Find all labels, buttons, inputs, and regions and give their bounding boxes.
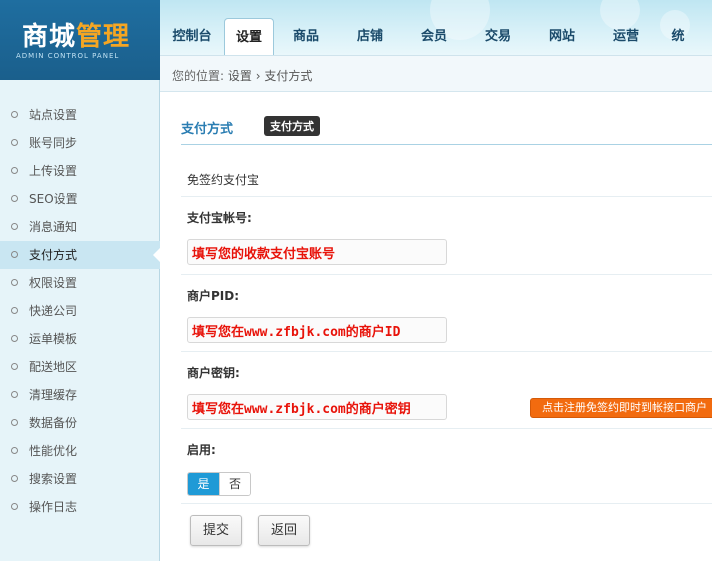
alipay-account-input[interactable] (187, 239, 447, 265)
sidebar-item-label: 上传设置 (29, 164, 78, 178)
sidebar-item-waybill-templates[interactable]: 运单模板 (0, 325, 160, 353)
bullet-icon (11, 223, 18, 230)
nav-item-stores[interactable]: 店铺 (338, 18, 402, 56)
sidebar-item-label: 操作日志 (29, 500, 78, 514)
submit-button[interactable]: 提交 (190, 515, 242, 546)
sidebar-item-upload-settings[interactable]: 上传设置 (0, 157, 160, 185)
logo-title-orange: 管理 (76, 22, 131, 52)
sidebar-item-permissions[interactable]: 权限设置 (0, 269, 160, 297)
sidebar-item-couriers[interactable]: 快递公司 (0, 297, 160, 325)
breadcrumb: 您的位置: 设置 › 支付方式 (172, 67, 312, 84)
bullet-icon (11, 363, 18, 370)
pid-row: 商户PID: (181, 275, 712, 352)
main-content: 支付方式 支付方式 免签约支付宝 支付宝帐号: 商户PID: 商户密钥: 点击注… (161, 92, 712, 561)
plan-text: 免签约支付宝 (187, 173, 260, 187)
key-label: 商户密钥: (187, 366, 240, 380)
sidebar-item-operation-log[interactable]: 操作日志 (0, 493, 160, 521)
nav-item-products[interactable]: 商品 (274, 18, 338, 56)
sidebar-item-label: 站点设置 (29, 108, 78, 122)
enable-yes-option[interactable]: 是 (188, 473, 219, 495)
sidebar-item-account-sync[interactable]: 账号同步 (0, 129, 160, 157)
logo[interactable]: 商城管理 ADMIN CONTROL PANEL (0, 0, 160, 80)
merchant-key-input[interactable] (187, 394, 447, 420)
sidebar-item-performance[interactable]: 性能优化 (0, 437, 160, 465)
nav-item-statistics[interactable]: 统 (658, 18, 698, 56)
sidebar-item-label: 快递公司 (29, 304, 78, 318)
sidebar-item-clear-cache[interactable]: 清理缓存 (0, 381, 160, 409)
breadcrumb-separator: › (255, 69, 261, 83)
top-nav: 控制台 设置 商品 店铺 会员 交易 网站 运营 统 (160, 18, 698, 56)
breadcrumb-prefix: 您的位置: (172, 69, 225, 83)
bullet-icon (11, 111, 18, 118)
bullet-icon (11, 475, 18, 482)
sidebar: 站点设置 账号同步 上传设置 SEO设置 消息通知 支付方式 权限设置 快递公司… (0, 80, 161, 561)
bullet-icon (11, 447, 18, 454)
sidebar-item-label: SEO设置 (29, 192, 78, 206)
sidebar-item-payment-methods[interactable]: 支付方式 (0, 241, 161, 269)
nav-item-operations[interactable]: 运营 (594, 18, 658, 56)
breadcrumb-level1[interactable]: 设置 (228, 69, 252, 83)
sidebar-item-site-settings[interactable]: 站点设置 (0, 101, 160, 129)
key-row: 商户密钥: 点击注册免签约即时到帐接口商户 (181, 352, 712, 429)
bullet-icon (11, 195, 18, 202)
breadcrumb-bar: 您的位置: 设置 › 支付方式 (160, 55, 712, 92)
enable-row: 启用: (181, 429, 712, 504)
sidebar-item-label: 清理缓存 (29, 388, 78, 402)
section-title: 支付方式 (181, 122, 234, 137)
bullet-icon (11, 503, 18, 510)
sidebar-item-delivery-regions[interactable]: 配送地区 (0, 353, 160, 381)
logo-title: 商城管理 (22, 16, 130, 53)
sidebar-item-label: 消息通知 (29, 220, 78, 234)
enable-no-option[interactable]: 否 (219, 473, 250, 495)
account-row: 支付宝帐号: (181, 197, 712, 275)
bullet-icon (11, 419, 18, 426)
pid-label: 商户PID: (187, 289, 240, 303)
sidebar-item-data-backup[interactable]: 数据备份 (0, 409, 160, 437)
nav-item-website[interactable]: 网站 (530, 18, 594, 56)
plan-row: 免签约支付宝 (181, 145, 712, 197)
logo-subtitle: ADMIN CONTROL PANEL (16, 52, 120, 60)
nav-item-members[interactable]: 会员 (402, 18, 466, 56)
merchant-pid-input[interactable] (187, 317, 447, 343)
bullet-icon (11, 251, 18, 258)
nav-item-settings[interactable]: 设置 (224, 18, 274, 56)
sidebar-item-label: 账号同步 (29, 136, 78, 150)
sidebar-item-label: 搜索设置 (29, 472, 78, 486)
enable-label: 启用: (187, 443, 216, 457)
sidebar-item-notifications[interactable]: 消息通知 (0, 213, 160, 241)
sidebar-item-label: 支付方式 (29, 248, 78, 262)
bullet-icon (11, 279, 18, 286)
sidebar-item-label: 配送地区 (29, 360, 78, 374)
bullet-icon (11, 307, 18, 314)
sidebar-list: 站点设置 账号同步 上传设置 SEO设置 消息通知 支付方式 权限设置 快递公司… (0, 101, 161, 521)
breadcrumb-level2: 支付方式 (264, 69, 313, 83)
account-label: 支付宝帐号: (187, 211, 252, 225)
register-merchant-button[interactable]: 点击注册免签约即时到帐接口商户 (530, 398, 712, 418)
bullet-icon (11, 335, 18, 342)
sidebar-item-label: 权限设置 (29, 276, 78, 290)
sidebar-item-search-settings[interactable]: 搜索设置 (0, 465, 160, 493)
sidebar-item-seo-settings[interactable]: SEO设置 (0, 185, 160, 213)
logo-title-white: 商城 (22, 22, 77, 52)
bullet-icon (11, 391, 18, 398)
sidebar-item-label: 数据备份 (29, 416, 78, 430)
sidebar-item-label: 性能优化 (29, 444, 78, 458)
back-button[interactable]: 返回 (258, 515, 310, 546)
bullet-icon (11, 167, 18, 174)
nav-item-dashboard[interactable]: 控制台 (160, 18, 224, 56)
section-badge[interactable]: 支付方式 (264, 116, 320, 136)
sidebar-item-label: 运单模板 (29, 332, 78, 346)
nav-item-trades[interactable]: 交易 (466, 18, 530, 56)
bullet-icon (11, 139, 18, 146)
enable-toggle[interactable]: 是 否 (187, 472, 251, 496)
